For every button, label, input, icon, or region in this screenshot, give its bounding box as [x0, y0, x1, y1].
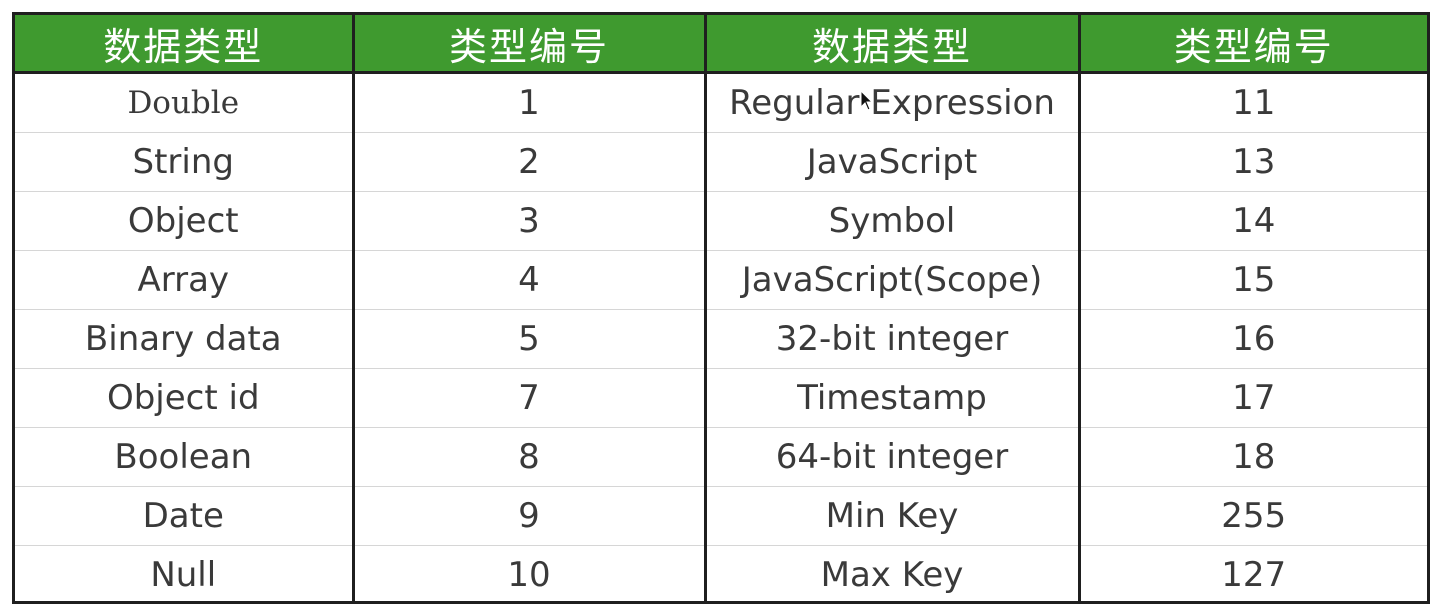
- type-name-cell: Max Key: [705, 545, 1081, 604]
- table-header-row: 数据类型 类型编号 数据类型 类型编号: [15, 15, 1427, 74]
- type-code-cell: 7: [353, 368, 707, 428]
- type-code-cell: 14: [1079, 191, 1427, 251]
- type-code-cell: 17: [1079, 368, 1427, 428]
- table-row: Date 9 Min Key 255: [15, 486, 1427, 546]
- type-name-cell: Double: [15, 72, 355, 133]
- mouse-pointer-icon: [860, 90, 874, 111]
- header-type-code-left: 类型编号: [353, 15, 707, 74]
- type-name-cell: JavaScript(Scope): [705, 250, 1081, 310]
- header-data-type-right: 数据类型: [705, 15, 1081, 74]
- type-name-cell: Regular Expression: [705, 72, 1081, 133]
- table-row: String 2 JavaScript 13: [15, 132, 1427, 192]
- type-name-cell: String: [15, 132, 355, 192]
- type-name-cell: JavaScript: [705, 132, 1081, 192]
- type-code-cell: 9: [353, 486, 707, 546]
- table-row: Object 3 Symbol 14: [15, 191, 1427, 251]
- type-code-cell: 1: [353, 72, 707, 133]
- type-code-cell: 11: [1079, 72, 1427, 133]
- type-code-cell: 5: [353, 309, 707, 369]
- type-name-cell: 64-bit integer: [705, 427, 1081, 487]
- header-data-type-left: 数据类型: [15, 15, 355, 74]
- table-row: Binary data 5 32-bit integer 16: [15, 309, 1427, 369]
- type-code-cell: 4: [353, 250, 707, 310]
- type-name-cell: 32-bit integer: [705, 309, 1081, 369]
- type-name-cell: Boolean: [15, 427, 355, 487]
- data-types-table-container: 数据类型 类型编号 数据类型 类型编号 Double 1 Regular Exp…: [12, 12, 1430, 604]
- type-name-cell: Timestamp: [705, 368, 1081, 428]
- header-type-code-right: 类型编号: [1079, 15, 1427, 74]
- type-code-cell: 127: [1221, 555, 1287, 595]
- table-row: Array 4 JavaScript(Scope) 15: [15, 250, 1427, 310]
- type-name-cell: Binary data: [15, 309, 355, 369]
- type-code-cell: 16: [1079, 309, 1427, 369]
- type-name-cell: Date: [15, 486, 355, 546]
- type-code-cell: 3: [353, 191, 707, 251]
- type-name-cell: Object: [15, 191, 355, 251]
- type-name-cell: Array: [15, 250, 355, 310]
- type-code-cell: 10: [353, 545, 707, 604]
- table-row: Object id 7 Timestamp 17: [15, 368, 1427, 428]
- type-name-cell: Min Key: [705, 486, 1081, 546]
- type-code-cell: 8: [353, 427, 707, 487]
- type-code-cell: 15: [1079, 250, 1427, 310]
- data-types-table: 数据类型 类型编号 数据类型 类型编号 Double 1 Regular Exp…: [15, 15, 1427, 604]
- type-code-cell: 18: [1079, 427, 1427, 487]
- table-row: Null 10 Max Key 127: [15, 545, 1427, 604]
- type-name-cell: Object id: [15, 368, 355, 428]
- type-name-cell: Symbol: [705, 191, 1081, 251]
- type-code-cell: 13: [1079, 132, 1427, 192]
- type-code-cell: 2: [353, 132, 707, 192]
- table-row: Boolean 8 64-bit integer 18: [15, 427, 1427, 487]
- type-name-cell: Null: [15, 545, 355, 604]
- type-code-cell: 255: [1079, 486, 1427, 546]
- table-row: Double 1 Regular Expression 11: [15, 72, 1427, 133]
